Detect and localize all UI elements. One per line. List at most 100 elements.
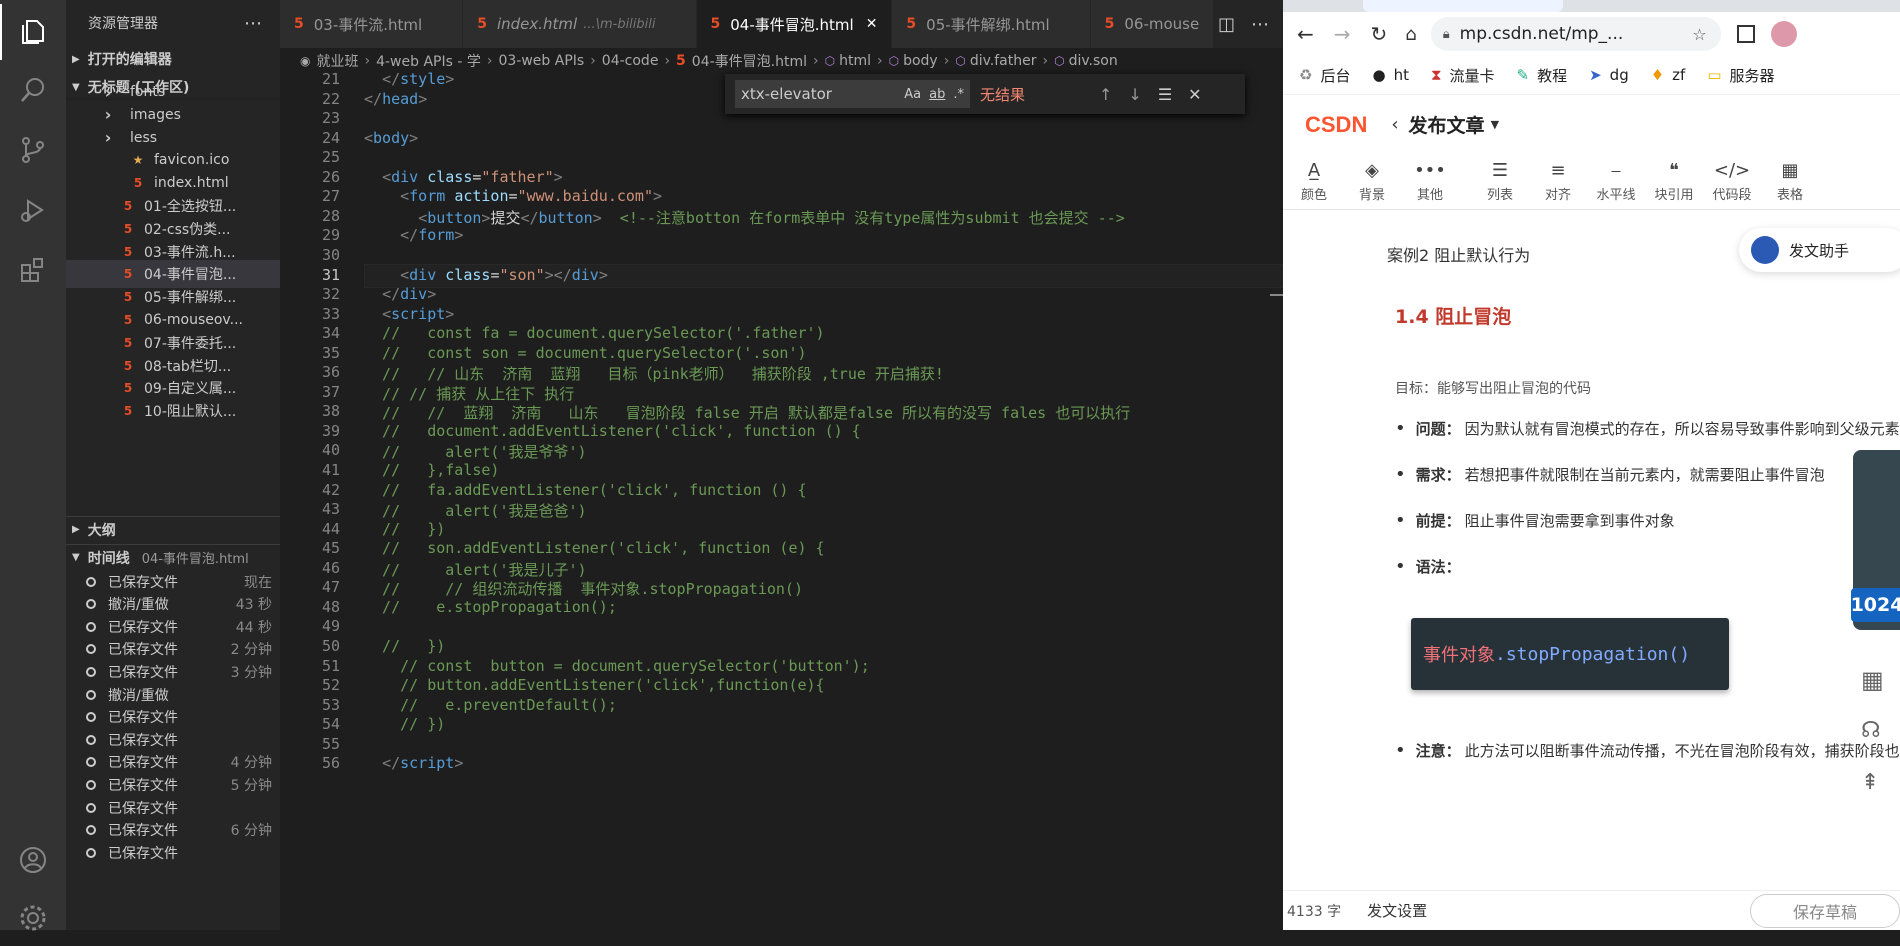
extensions-icon[interactable]: [0, 242, 66, 298]
line-number: 29: [321, 226, 340, 245]
bookmark-item[interactable]: ⧗ 流量卡: [1431, 65, 1495, 86]
file-name: 07-事件委托...: [144, 335, 237, 352]
home-icon[interactable]: ⌂: [1405, 24, 1416, 45]
regex-toggle[interactable]: .*: [953, 87, 964, 102]
find-in-selection-icon[interactable]: ☰: [1158, 85, 1172, 104]
close-find-icon[interactable]: ✕: [1188, 85, 1201, 104]
editor-tab[interactable]: 5 04-事件冒泡.html ✕: [696, 0, 893, 48]
breadcrumb-item[interactable]: body: [903, 53, 938, 69]
toolbar-label: 水平线: [1596, 188, 1636, 203]
element-icon: ⬡: [824, 54, 836, 68]
back-icon[interactable]: ←: [1297, 22, 1314, 46]
toolbar-button[interactable]: ▦ 表格: [1761, 160, 1819, 203]
html-file-icon: 5: [477, 16, 487, 32]
file-tree-item[interactable]: 5 10-阻止默认...: [66, 397, 280, 425]
code-editor[interactable]: 21 </style> 22 </head> 23 24 <body> 25 26 <div …: [280, 70, 1283, 930]
toolbar-icon: </>: [1713, 160, 1751, 181]
file-name: index.html: [154, 175, 229, 192]
bookmark-label: 教程: [1537, 66, 1568, 85]
breadcrumb-item[interactable]: div.father: [970, 53, 1037, 69]
toolbar-button[interactable]: ••• 其他: [1401, 160, 1459, 203]
back-to-top-icon[interactable]: ⇞: [1861, 770, 1879, 795]
breadcrumb-item[interactable]: 03-web APIs: [498, 53, 584, 69]
toolbar-button[interactable]: ◈ 背景: [1343, 160, 1401, 203]
breadcrumb-item[interactable]: 4-web APIs - 学: [376, 51, 481, 71]
toolbar-button[interactable]: ≡ 对齐: [1529, 160, 1587, 203]
toolbar-button[interactable]: </> 代码段: [1703, 160, 1761, 203]
caret-down-icon[interactable]: ▼: [1491, 118, 1499, 131]
settings-gear-icon[interactable]: [0, 890, 66, 946]
publish-settings[interactable]: 发文设置: [1367, 900, 1427, 921]
editor-tab[interactable]: 5 index.html ...\m-bilibili: [463, 0, 697, 48]
assistant-button[interactable]: 发文助手: [1739, 228, 1900, 272]
tab-label: 06-mouse: [1124, 15, 1200, 33]
save-draft-button[interactable]: 保存草稿: [1750, 893, 1900, 928]
timeline-dot-icon: [86, 757, 96, 768]
html-file-icon: 5: [710, 16, 721, 32]
breadcrumb-item[interactable]: 04-code: [602, 53, 659, 69]
editor-tab[interactable]: 5 05-事件解绑.html: [892, 0, 1091, 48]
qrcode-icon[interactable]: ▦: [1861, 666, 1884, 694]
reload-icon[interactable]: ↻: [1371, 22, 1388, 46]
timeline-dot-icon: [86, 802, 96, 813]
match-case-toggle[interactable]: Aa: [904, 87, 921, 102]
toolbar-button[interactable]: ⎯ 水平线: [1587, 160, 1645, 203]
timeline-dot-icon: [86, 712, 96, 723]
chevron-left-icon[interactable]: ‹: [1391, 114, 1398, 135]
toolbar-button[interactable]: A̲ 颜色: [1285, 160, 1343, 203]
code-prefix: 事件对象: [1423, 645, 1495, 666]
bookmark-item[interactable]: ● ht: [1372, 66, 1408, 84]
bookmark-item[interactable]: ♦ zf: [1651, 66, 1686, 84]
find-input[interactable]: xtx-elevator Aa ab .*: [735, 80, 970, 108]
split-editor-icon[interactable]: ◫: [1218, 14, 1235, 35]
code-line: </form>: [400, 226, 464, 245]
bookmark-item[interactable]: ♻ 后台: [1299, 65, 1350, 86]
arrow-down-icon[interactable]: ↓: [1128, 85, 1141, 104]
article-area[interactable]: 案例2 阻止默认行为 发文助手 1.4 阻止冒泡 目标：能够写出阻止冒泡的代码 …: [1283, 210, 1900, 882]
explorer-sidebar: 资源管理器 ⋯ ▶ 打开的编辑器 ▼ 无标题 (工作区) › fonts › imag…: [66, 0, 280, 930]
forward-icon[interactable]: →: [1334, 22, 1351, 46]
toolbar-button[interactable]: ❝ 块引用: [1645, 160, 1703, 203]
breadcrumb-item[interactable]: 就业班: [316, 51, 358, 71]
source-control-icon[interactable]: [0, 122, 66, 178]
whole-word-toggle[interactable]: ab: [929, 87, 945, 102]
bookmark-item[interactable]: ▭ 服务器: [1707, 65, 1774, 86]
avatar[interactable]: [1770, 21, 1797, 47]
headset-icon[interactable]: ☊: [1861, 718, 1881, 743]
timeline-section[interactable]: ▼ 时间线 04-事件冒泡.html: [66, 544, 280, 570]
run-debug-icon[interactable]: [0, 182, 66, 238]
explorer-icon[interactable]: [0, 4, 66, 60]
csdn-header: CSDN ‹ 发布文章 ▼: [1283, 94, 1900, 154]
line-number: 56: [321, 754, 340, 773]
timeline-dot-icon: [86, 779, 96, 790]
timeline-item[interactable]: 已保存文件: [82, 839, 280, 866]
timeline-label: 已保存文件: [108, 823, 178, 840]
browser-tab[interactable]: [1363, 0, 1563, 12]
close-tab-icon[interactable]: ✕: [866, 16, 878, 32]
assistant-label: 发文助手: [1789, 241, 1850, 260]
url-field[interactable]: 🔒︎ mp.csdn.net/mp_... ☆: [1430, 17, 1721, 51]
more-actions-icon[interactable]: ⋯: [1251, 14, 1269, 35]
arrow-up-icon[interactable]: ↑: [1099, 85, 1112, 104]
breadcrumb-item[interactable]: html: [839, 53, 871, 69]
line-number: 32: [321, 285, 340, 304]
search-icon[interactable]: [0, 62, 66, 118]
line-number: 39: [321, 421, 340, 440]
breadcrumb-item[interactable]: div.son: [1069, 53, 1118, 69]
toolbar-button[interactable]: ☰ 列表: [1471, 160, 1529, 203]
bookmark-item[interactable]: ✎ 教程: [1517, 65, 1568, 86]
bookmark-item[interactable]: ➤ dg: [1589, 66, 1629, 84]
line-number: 37: [321, 382, 340, 401]
editor-tab[interactable]: 5 03-事件流.html: [280, 0, 464, 48]
share-icon[interactable]: ☆: [1692, 25, 1706, 44]
open-editors-section[interactable]: ▶ 打开的编辑器: [66, 46, 280, 72]
outline-section[interactable]: ▶ 大纲: [66, 516, 280, 542]
folder-icon: ›: [104, 128, 112, 148]
more-actions-icon[interactable]: ⋯: [244, 13, 262, 34]
badge-1024[interactable]: 1024: [1851, 588, 1900, 622]
sidepanel-icon[interactable]: [1736, 25, 1755, 43]
breadcrumb-item[interactable]: 04-事件冒泡.html: [692, 51, 807, 71]
account-icon[interactable]: [0, 832, 66, 888]
editor-tab[interactable]: 5 06-mouse: [1090, 0, 1215, 48]
code-line: <script>: [382, 304, 455, 323]
